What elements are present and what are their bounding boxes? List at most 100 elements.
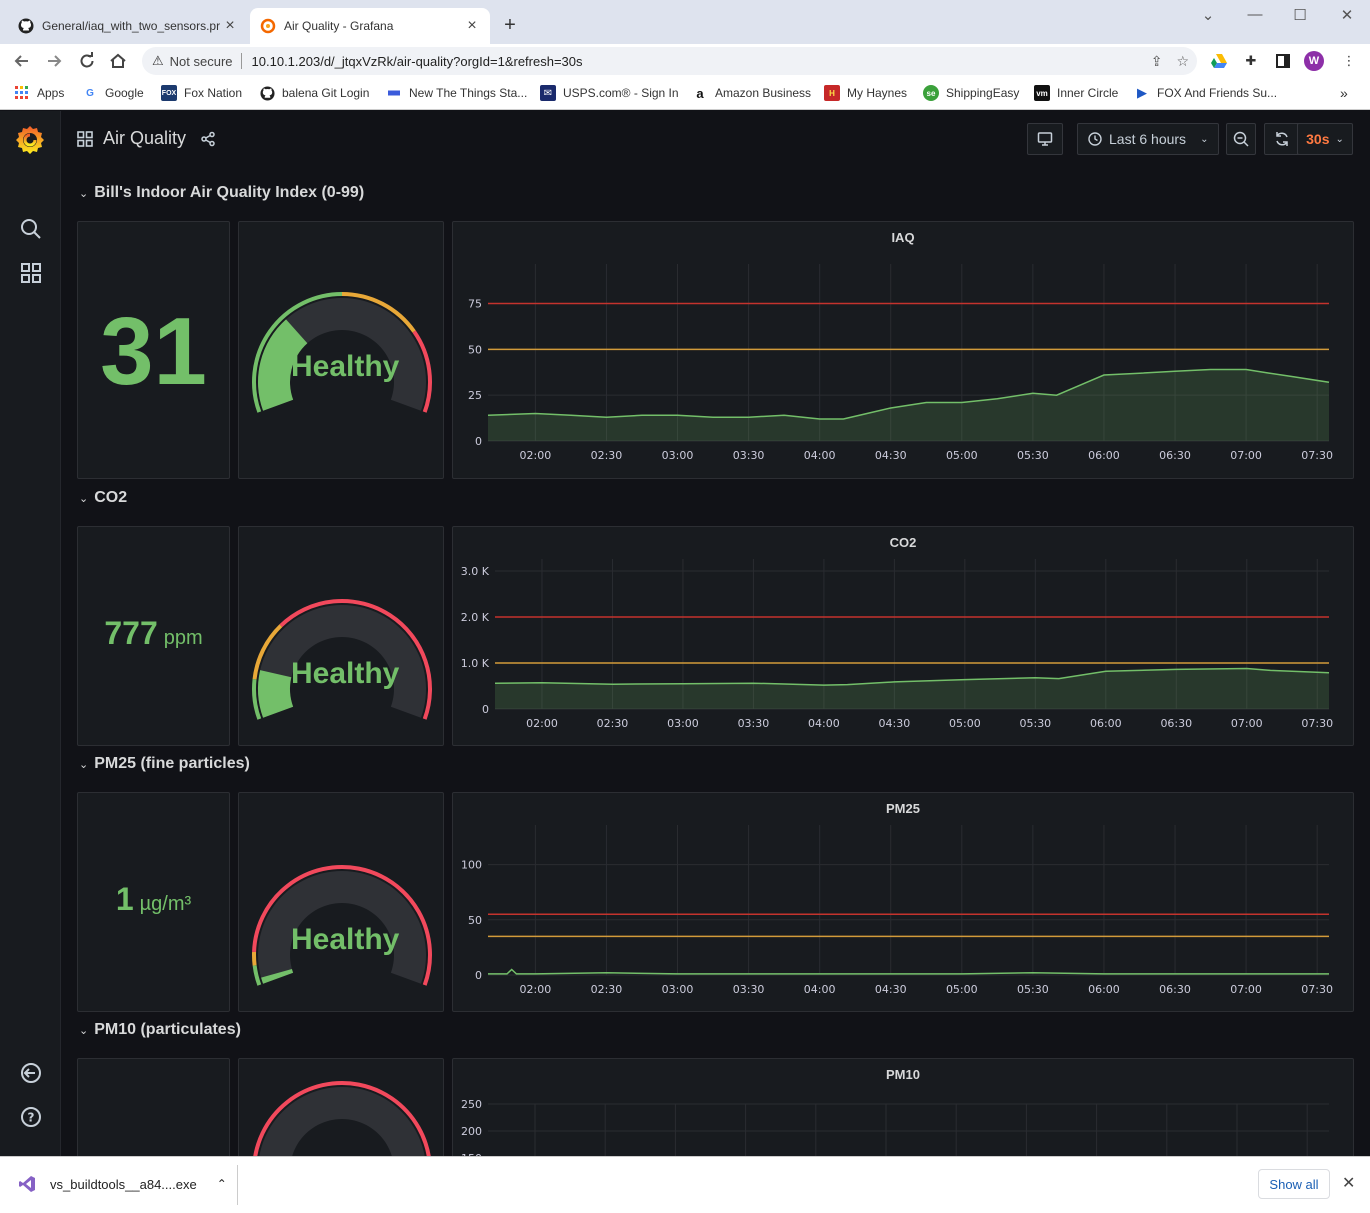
x-tick-label: 03:00	[662, 983, 694, 996]
stat-panel[interactable]: 777 ppm	[77, 526, 230, 746]
bookmark-haynes[interactable]: H My Haynes	[824, 85, 907, 101]
x-tick-label: 06:30	[1160, 717, 1192, 730]
chevron-up-icon[interactable]: ⌃	[217, 1177, 227, 1191]
y-tick-label: 0	[475, 435, 482, 448]
bookmark-usps[interactable]: ✉ USPS.com® - Sign In	[540, 85, 679, 101]
stat-value: 31	[78, 297, 229, 407]
grafana-logo-icon[interactable]	[14, 123, 46, 155]
dashboard-title[interactable]: Air Quality	[103, 128, 186, 149]
bookmark-things[interactable]: New The Things Sta...	[386, 85, 527, 101]
x-tick-label: 05:30	[1019, 717, 1051, 730]
x-tick-label: 05:30	[1017, 983, 1049, 996]
home-button[interactable]	[106, 49, 130, 73]
home-icon	[110, 53, 126, 68]
row-title[interactable]: ⌄ PM10 (particulates)	[79, 1021, 241, 1039]
forward-button[interactable]	[42, 49, 66, 73]
star-icon[interactable]: ☆	[1176, 53, 1189, 70]
zoom-out-button[interactable]	[1226, 123, 1256, 155]
x-tick-label: 07:00	[1231, 717, 1263, 730]
x-tick-label: 04:00	[804, 449, 836, 462]
timeseries-panel[interactable]: PM25 0 50 100 02:00 02:30 03:00 03:30 04:00 04:30…	[452, 792, 1354, 1012]
drive-icon[interactable]	[1210, 52, 1228, 70]
dashboards-icon[interactable]	[18, 260, 44, 286]
bookmark-balena[interactable]: balena Git Login	[259, 85, 369, 101]
side-panel-icon[interactable]	[1274, 52, 1292, 70]
stat-number: 31	[100, 298, 207, 405]
bookmark-shippingeasy[interactable]: se ShippingEasy	[923, 85, 1019, 101]
bookmark-google[interactable]: G Google	[82, 85, 144, 101]
bookmark-fox-friends[interactable]: ▶ FOX And Friends Su...	[1134, 85, 1277, 101]
url-text[interactable]: 10.10.1.203/d/_jtqxVzRk/air-quality?orgI…	[252, 54, 583, 69]
refresh-button[interactable]	[1264, 123, 1300, 155]
search-icon[interactable]	[18, 216, 44, 242]
y-tick-label: 50	[468, 914, 482, 927]
timeseries-chart: 0 25 50 75 02:00 02:30 03:00 03:30 04:00 04:30 05:…	[468, 264, 1333, 462]
time-range-picker[interactable]: Last 6 hours ⌄	[1077, 123, 1219, 155]
gauge-panel[interactable]: Healthy	[238, 221, 444, 479]
help-icon[interactable]: ?	[18, 1104, 44, 1130]
bookmarks-more-button[interactable]: »	[1340, 85, 1348, 101]
stat-value: 1 µg/m³	[78, 881, 229, 918]
timeseries-chart: 0 1.0 K 2.0 K 3.0 K 02:00 02:30 03:00 03:30 04:0…	[461, 559, 1333, 730]
gauge-panel[interactable]: Healthy	[238, 526, 444, 746]
stat-panel[interactable]	[77, 1058, 230, 1156]
monitor-icon	[1037, 132, 1053, 146]
row-title[interactable]: ⌄ CO2	[79, 489, 127, 507]
share-icon[interactable]: ⇪	[1151, 53, 1163, 70]
maximize-button[interactable]: ☐	[1285, 6, 1315, 24]
row-title[interactable]: ⌄ PM25 (fine particles)	[79, 755, 250, 773]
reload-button[interactable]	[75, 49, 99, 73]
browser-tab-strip: General/iaq_with_two_sensors.pr × Air Qu…	[0, 0, 1370, 44]
share-icon[interactable]	[200, 131, 216, 147]
row-title[interactable]: ⌄ Bill's Indoor Air Quality Index (0-99)	[79, 184, 364, 202]
bookmark-apps[interactable]: Apps	[14, 85, 64, 101]
chevron-down-icon: ⌄	[1200, 133, 1209, 145]
chevron-down-icon: ⌄	[1335, 133, 1344, 145]
tab-grafana[interactable]: Air Quality - Grafana ×	[250, 8, 490, 44]
y-tick-label: 75	[468, 298, 482, 311]
row-title-label: Bill's Indoor Air Quality Index (0-99)	[94, 184, 365, 201]
x-tick-label: 05:00	[946, 983, 978, 996]
timeseries-chart: 150200250	[461, 1098, 1329, 1156]
cycle-view-mode-button[interactable]	[1027, 123, 1063, 155]
new-tab-button[interactable]: +	[500, 14, 520, 37]
timeseries-panel[interactable]: PM10150200250	[452, 1058, 1354, 1156]
close-download-bar-icon[interactable]: ✕	[1342, 1173, 1355, 1193]
gauge-panel[interactable]	[238, 1058, 444, 1156]
profile-avatar[interactable]: W	[1304, 51, 1324, 71]
download-item[interactable]: vs_buildtools__a84....exe ⌃	[18, 1175, 227, 1193]
series-line	[488, 968, 1329, 975]
shippingeasy-icon: se	[923, 85, 939, 101]
timeseries-panel[interactable]: CO2 0 1.0 K 2.0 K 3.0 K 02:00 02:30 03:00 03:30 0…	[452, 526, 1354, 746]
close-tab-icon[interactable]: ×	[464, 17, 480, 35]
gauge-value-text: Healthy	[291, 923, 400, 956]
y-tick-label: 1.0 K	[461, 657, 490, 670]
stat-panel[interactable]: 1 µg/m³	[77, 792, 230, 1012]
menu-dots-icon[interactable]: ⋮	[1340, 52, 1358, 70]
address-bar[interactable]: ⚠ Not secure 10.10.1.203/d/_jtqxVzRk/air…	[142, 47, 1197, 75]
x-tick-label: 07:00	[1230, 983, 1262, 996]
x-tick-label: 04:30	[879, 717, 911, 730]
back-button[interactable]	[10, 49, 34, 73]
y-tick-label: 2.0 K	[461, 611, 490, 624]
refresh-interval-picker[interactable]: 30s ⌄	[1297, 123, 1353, 155]
extensions-icon[interactable]: ✚	[1242, 52, 1260, 70]
bookmark-amazon[interactable]: a Amazon Business	[692, 85, 811, 101]
x-tick-label: 07:30	[1301, 717, 1333, 730]
gauge-panel[interactable]: Healthy	[238, 792, 444, 1012]
bookmark-inner-circle[interactable]: vm Inner Circle	[1034, 85, 1118, 101]
close-window-button[interactable]: ✕	[1332, 6, 1362, 24]
x-tick-label: 02:30	[597, 717, 629, 730]
minimize-button[interactable]: —	[1240, 6, 1270, 23]
stat-panel[interactable]: 31	[77, 221, 230, 479]
timeseries-panel[interactable]: IAQ 0 25 50 75 02:00 02:30 03:00 03:30 04:00 04:30…	[452, 221, 1354, 479]
bookmark-fox-nation[interactable]: FOX Fox Nation	[161, 85, 242, 101]
sign-in-icon[interactable]	[18, 1060, 44, 1086]
x-tick-label: 06:00	[1088, 449, 1120, 462]
tab-github[interactable]: General/iaq_with_two_sensors.pr ×	[8, 8, 248, 44]
close-tab-icon[interactable]: ×	[222, 17, 238, 35]
show-all-downloads-button[interactable]: Show all	[1258, 1169, 1330, 1199]
chevron-down-icon: ⌄	[79, 1024, 89, 1037]
tab-search-icon[interactable]: ⌄	[1193, 6, 1223, 24]
google-icon: G	[86, 87, 94, 99]
